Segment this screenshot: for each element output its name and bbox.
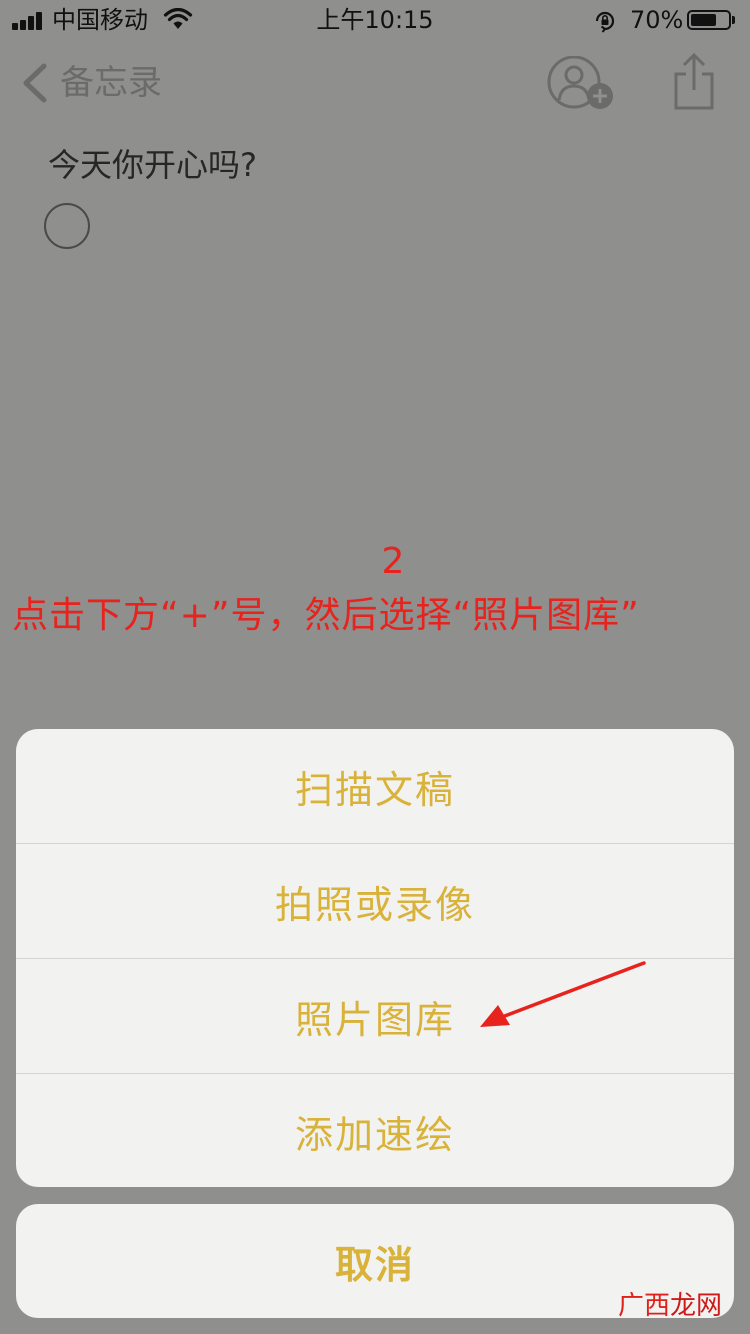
annotation-instruction: 点击下方“+”号，然后选择“照片图库” xyxy=(12,595,640,636)
battery-nub xyxy=(732,16,735,24)
annotation-arrow-icon xyxy=(480,961,646,1027)
rotation-lock-icon xyxy=(595,11,615,33)
add-people-icon[interactable] xyxy=(546,56,618,112)
back-button-label[interactable]: 备忘录 xyxy=(60,62,162,104)
checklist-circle[interactable] xyxy=(44,203,90,249)
watermark-part1: 广西 xyxy=(618,1291,671,1321)
note-title[interactable]: 今天你开心吗? xyxy=(48,142,257,188)
share-icon[interactable] xyxy=(672,52,716,110)
battery-fill xyxy=(691,14,716,26)
status-bar: 中国移动 上午10:15 70% xyxy=(0,0,750,40)
scan-documents-button[interactable]: 扫描文稿 xyxy=(16,729,734,843)
take-photo-video-button[interactable]: 拍照或录像 xyxy=(16,844,734,958)
nav-bar: 备忘录 xyxy=(0,48,750,120)
watermark-part2: 龙网 xyxy=(670,1291,723,1321)
battery-icon xyxy=(687,10,731,30)
watermark-logo: 广西龙网 xyxy=(618,1289,722,1323)
add-sketch-button[interactable]: 添加速绘 xyxy=(16,1074,734,1187)
chevron-left-icon[interactable] xyxy=(18,62,52,104)
annotation-step-number: 2 xyxy=(381,541,405,582)
battery-percent: 70% xyxy=(630,6,684,34)
